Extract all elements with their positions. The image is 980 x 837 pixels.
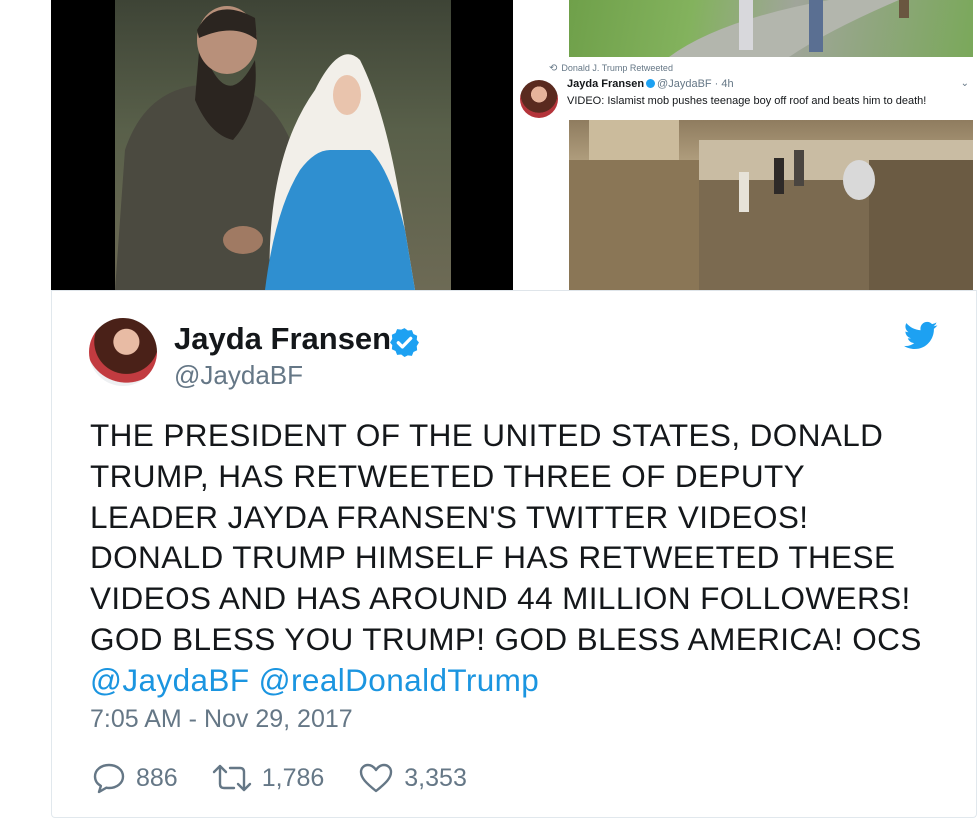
- embed-separator: ·: [711, 78, 722, 90]
- tweet-media[interactable]: ⟲ Donald J. Trump Retweeted Jayda Fransen…: [51, 0, 977, 290]
- embedded-retweet[interactable]: ⟲ Donald J. Trump Retweeted Jayda Fransen…: [513, 58, 977, 290]
- video-figures: [115, 6, 415, 290]
- twitter-bird-icon[interactable]: [904, 321, 938, 351]
- retweet-small-icon: ⟲: [549, 63, 558, 74]
- avatar[interactable]: [89, 318, 157, 386]
- like-count: 3,353: [404, 763, 467, 792]
- path-figures: [669, 0, 909, 57]
- retweet-count: 1,786: [261, 763, 325, 792]
- retweeted-label: Donald J. Trump Retweeted: [561, 63, 673, 73]
- embed-age[interactable]: 4h: [721, 78, 733, 90]
- embed-name-line: Jayda Fransen @JaydaBF · 4h: [567, 78, 734, 90]
- reply-button[interactable]: 886: [92, 762, 178, 794]
- tweet-body: THE PRESIDENT OF THE UNITED STATES, DONA…: [90, 417, 922, 657]
- embed-text: VIDEO: Islamist mob pushes teenage boy o…: [567, 95, 927, 107]
- reply-icon: [93, 763, 125, 794]
- embed-verified-icon: [646, 79, 656, 88]
- like-icon: [360, 763, 393, 793]
- retweet-button[interactable]: 1,786: [212, 762, 325, 794]
- display-name[interactable]: Jayda Fransen: [174, 321, 391, 357]
- embed-avatar[interactable]: [520, 80, 558, 118]
- handle[interactable]: @JaydaBF: [174, 360, 303, 391]
- retweet-icon: [212, 764, 251, 792]
- video-thumbnail-left[interactable]: [51, 0, 513, 290]
- reply-count: 886: [136, 763, 178, 792]
- like-button[interactable]: 3,353: [358, 762, 467, 794]
- chevron-down-icon[interactable]: ⌄: [961, 78, 969, 89]
- timestamp[interactable]: 7:05 AM - Nov 29, 2017: [90, 705, 353, 734]
- mention-jaydabf[interactable]: @JaydaBF: [90, 662, 250, 698]
- verified-icon: [390, 328, 419, 357]
- video-thumbnail-top-right[interactable]: [569, 0, 973, 57]
- embed-handle[interactable]: @JaydaBF: [657, 78, 712, 90]
- tweet-card: Jayda Fransen @JaydaBF THE PRESIDENT OF …: [51, 290, 977, 818]
- action-bar: 886 1,786 3,353: [92, 761, 501, 795]
- video-thumbnail-rooftop[interactable]: [569, 120, 973, 290]
- embed-display-name[interactable]: Jayda Fransen: [567, 78, 644, 90]
- rooftop-scene: [569, 120, 973, 290]
- mention-realdonaldtrump[interactable]: @realDonaldTrump: [259, 662, 540, 698]
- retweeted-header: ⟲ Donald J. Trump Retweeted: [549, 63, 673, 74]
- media-right-panel[interactable]: ⟲ Donald J. Trump Retweeted Jayda Fransen…: [513, 0, 977, 290]
- tweet-text: THE PRESIDENT OF THE UNITED STATES, DONA…: [90, 415, 930, 701]
